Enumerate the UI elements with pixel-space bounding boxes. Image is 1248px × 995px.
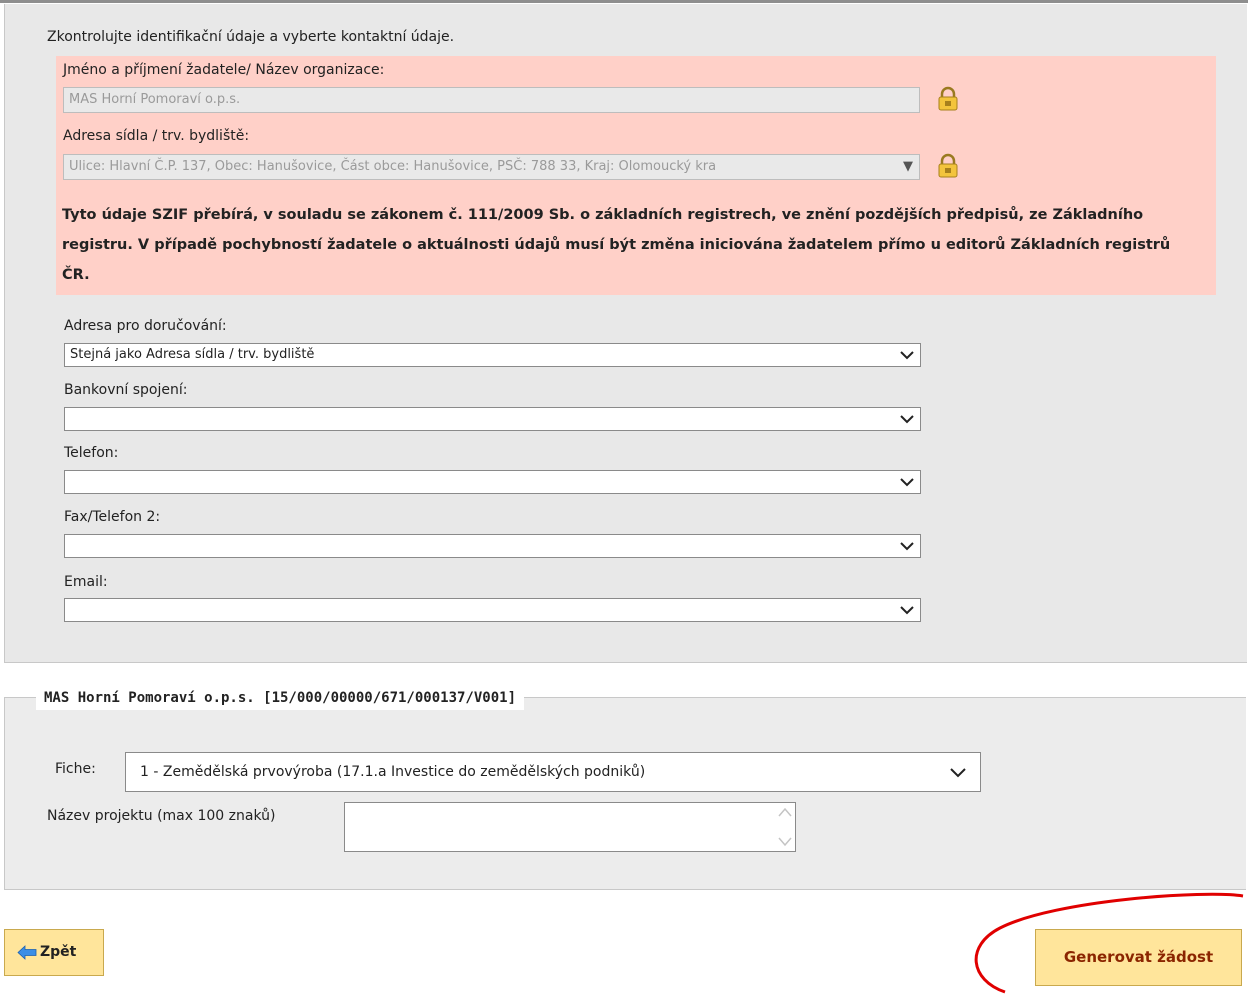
- chevron-down-icon: [900, 351, 914, 360]
- phone-select[interactable]: [64, 470, 921, 494]
- fiche-select[interactable]: 1 - Zemědělská prvovýroba (17.1.a Invest…: [125, 752, 981, 792]
- address-select: Ulice: Hlavní Č.P. 137, Obec: Hanušovice…: [63, 154, 920, 180]
- back-button-label: Zpět: [40, 944, 77, 960]
- fiche-label: Fiche:: [55, 761, 96, 777]
- fax-label: Fax/Telefon 2:: [64, 509, 161, 525]
- project-name-label: Název projektu (max 100 znaků): [47, 808, 276, 824]
- project-name-textarea[interactable]: [344, 802, 796, 852]
- arrow-left-icon: [17, 945, 37, 960]
- lock-icon: [938, 86, 958, 111]
- project-fieldset: [4, 697, 1246, 890]
- back-button[interactable]: Zpět: [4, 929, 104, 976]
- top-border: [0, 0, 1248, 3]
- name-value: MAS Horní Pomoraví o.p.s.: [69, 92, 241, 107]
- email-label: Email:: [64, 574, 108, 590]
- bank-select[interactable]: [64, 407, 921, 431]
- name-label: Jméno a příjmení žadatele/ Název organiz…: [63, 62, 385, 78]
- textarea-scrollbar[interactable]: [775, 803, 795, 851]
- chevron-down-icon: [900, 478, 914, 487]
- chevron-down-icon: [900, 542, 914, 551]
- chevron-down-icon: [950, 768, 966, 778]
- address-label: Adresa sídla / trv. bydliště:: [63, 128, 250, 144]
- fax-select[interactable]: [64, 534, 921, 558]
- delivery-address-select[interactable]: Stejná jako Adresa sídla / trv. bydliště: [64, 343, 921, 367]
- lock-icon: [938, 153, 958, 178]
- delivery-address-value: Stejná jako Adresa sídla / trv. bydliště: [70, 347, 315, 362]
- fiche-value: 1 - Zemědělská prvovýroba (17.1.a Invest…: [140, 764, 646, 780]
- intro-text: Zkontrolujte identifikační údaje a vyber…: [47, 29, 455, 45]
- name-field: MAS Horní Pomoraví o.p.s.: [63, 87, 920, 113]
- registry-warning: Tyto údaje SZIF přebírá, v souladu se zá…: [62, 207, 1171, 283]
- delivery-address-label: Adresa pro doručování:: [64, 318, 227, 334]
- phone-label: Telefon:: [64, 445, 119, 461]
- bank-label: Bankovní spojení:: [64, 382, 188, 398]
- generate-request-button[interactable]: Generovat žádost: [1035, 929, 1242, 986]
- chevron-down-icon: ▼: [903, 159, 913, 174]
- chevron-down-icon: [900, 606, 914, 615]
- address-value: Ulice: Hlavní Č.P. 137, Obec: Hanušovice…: [69, 159, 717, 174]
- project-fieldset-legend: MAS Horní Pomoraví o.p.s. [15/000/00000/…: [36, 686, 525, 710]
- email-select[interactable]: [64, 598, 921, 622]
- chevron-down-icon: [900, 415, 914, 424]
